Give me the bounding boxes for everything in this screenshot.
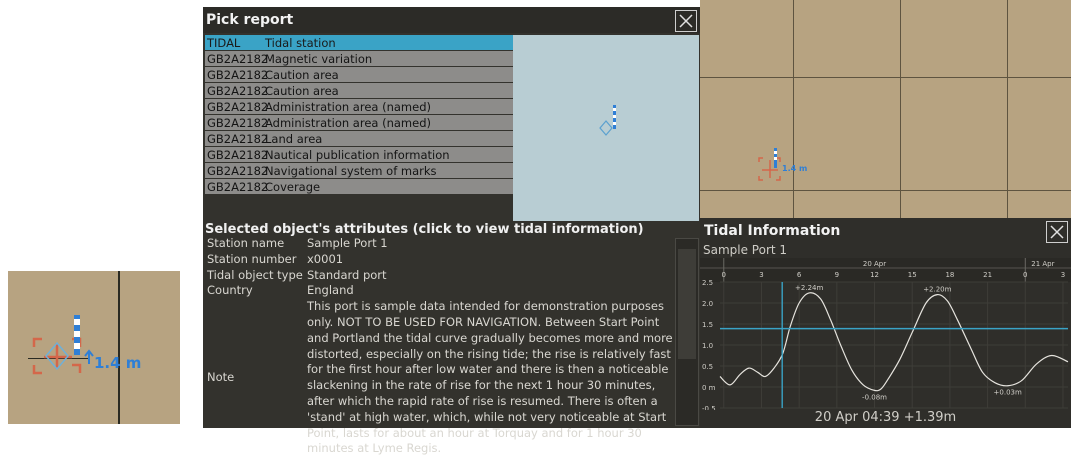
y-tick-label: 2.5 [702, 279, 713, 287]
attribute-key: Note [207, 370, 235, 385]
x-tick-label: 0 [1023, 271, 1027, 279]
close-tidal-button[interactable] [1046, 221, 1068, 243]
attribute-row: Station name Sample Port 1 [207, 236, 675, 252]
object-code: GB2A2182 [207, 67, 269, 82]
attribute-row: Country England [207, 283, 675, 299]
extreme-label: +2.24m [795, 284, 823, 292]
pick-list-item[interactable]: GB2A2182 Administration area (named) [205, 99, 513, 114]
y-tick-label: 1.0 [702, 342, 713, 350]
x-tick-label: 6 [797, 271, 802, 279]
close-icon [679, 14, 693, 28]
tide-curve-line [719, 292, 1069, 392]
object-name: Caution area [265, 67, 339, 82]
tide-station-symbol-icon [32, 315, 94, 375]
pick-report-title: Pick report [206, 12, 294, 28]
extreme-label: +2.20m [923, 286, 951, 294]
pick-list-item[interactable]: GB2A2182 Navigational system of marks [205, 163, 513, 178]
attribute-row: Station number x0001 [207, 252, 675, 268]
object-name: Nautical publication information [265, 147, 450, 162]
pick-list-item[interactable]: GB2A2182 Coverage [205, 179, 513, 194]
attributes-scrollbar[interactable] [675, 238, 699, 426]
pick-list-item[interactable]: GB2A2182 Magnetic variation [205, 51, 513, 66]
chart-date-label: 21 Apr [1031, 260, 1054, 268]
object-code: GB2A2182 [207, 99, 269, 114]
pick-list-item[interactable]: GB2A2182 Nautical publication information [205, 147, 513, 162]
y-tick-label: 0 m [702, 384, 716, 392]
attribute-key: Tidal object type [207, 267, 303, 282]
object-name: Administration area (named) [265, 99, 431, 114]
pick-list-item[interactable]: GB2A2182 Caution area [205, 83, 513, 98]
depth-label: 1.4 m [94, 354, 142, 372]
object-name: Caution area [265, 83, 339, 98]
attribute-value: Sample Port 1 [307, 236, 388, 250]
zoomed-map-inset: 1.4 m [8, 271, 180, 424]
close-icon [1050, 225, 1064, 239]
object-code: TIDAL [207, 35, 241, 50]
grid-line [900, 0, 901, 218]
pick-report-titlebar: Pick report [203, 7, 700, 33]
attribute-value: England [307, 283, 354, 298]
object-preview [513, 35, 699, 221]
attribute-key: Station number [207, 251, 297, 266]
extreme-label: +0.03m [994, 389, 1022, 397]
attribute-row: Tidal object type Standard port [207, 268, 675, 284]
tide-chart[interactable]: 20 Apr 21 Apr 0 3 6 9 12 15 18 21 0 3 2.5 2.0 1.5 1.0 0.… [700, 258, 1071, 410]
x-tick-label: 3 [1061, 271, 1065, 279]
chart-date-label: 20 Apr [863, 260, 886, 268]
x-tick-label: 18 [945, 271, 954, 279]
pick-list-item[interactable]: GB2A2182 Administration area (named) [205, 115, 513, 130]
tide-station-symbol-icon [758, 148, 781, 181]
pick-list-item[interactable]: GB2A2182 Land area [205, 131, 513, 146]
attribute-row: Note This port is sample data intended fo… [207, 299, 675, 457]
grid-line [1007, 0, 1008, 218]
tide-station-symbol-icon [599, 105, 616, 136]
x-tick-label: 15 [908, 271, 917, 279]
x-tick-label: 0 [722, 271, 726, 279]
object-code: GB2A2182 [207, 51, 269, 66]
tide-readout: 20 Apr 04:39 +1.39m [814, 410, 957, 425]
object-code: GB2A2182 [207, 83, 269, 98]
x-tick-label: 9 [835, 271, 839, 279]
chart-map-view[interactable]: 1.4 m [700, 0, 1071, 218]
object-code: GB2A2182 [207, 147, 269, 162]
tidal-titlebar: Tidal Information [700, 218, 1071, 244]
x-tick-label: 21 [983, 271, 992, 279]
attribute-value: x0001 [307, 251, 344, 266]
pick-report-panel: Pick report TIDAL Tidal station GB2A2182 Ma… [203, 7, 700, 455]
scrollbar-thumb[interactable] [678, 249, 696, 359]
attribute-key: Station name [207, 236, 285, 250]
object-code: GB2A2182 [207, 115, 269, 130]
attribute-key: Country [207, 283, 253, 298]
attributes-title-link[interactable]: Selected object's attributes (click to v… [205, 222, 644, 237]
grid-line [700, 77, 1071, 78]
object-name: Tidal station [265, 35, 336, 50]
y-tick-label: 0.5 [702, 363, 713, 371]
object-name: Land area [265, 131, 323, 146]
object-code: GB2A2182 [207, 179, 269, 194]
close-pick-report-button[interactable] [675, 10, 697, 32]
x-tick-label: 3 [759, 271, 763, 279]
pick-list-item[interactable]: GB2A2182 Caution area [205, 67, 513, 82]
x-tick-label: 12 [870, 271, 879, 279]
object-name: Magnetic variation [265, 51, 373, 66]
tidal-information-panel: Tidal Information Sample Port 1 20 Apr 21… [700, 218, 1071, 428]
y-tick-label: 1.5 [702, 321, 713, 329]
attribute-value: Standard port [307, 267, 387, 282]
attribute-value: This port is sample data intended for de… [307, 299, 673, 456]
object-list: TIDAL Tidal station GB2A2182 Magnetic varia… [205, 35, 513, 199]
depth-label: 1.4 m [782, 164, 808, 173]
object-name: Navigational system of marks [265, 163, 437, 178]
y-tick-label: 2.0 [702, 300, 713, 308]
object-code: GB2A2182 [207, 163, 269, 178]
pick-list-item[interactable]: TIDAL Tidal station [205, 35, 513, 50]
object-name: Administration area (named) [265, 115, 431, 130]
object-code: GB2A2182 [207, 131, 269, 146]
extreme-label: -0.08m [862, 393, 887, 401]
attributes-table: Station name Sample Port 1 Station number x… [207, 236, 675, 457]
tidal-station-name: Sample Port 1 [703, 243, 788, 257]
tidal-title: Tidal Information [704, 223, 841, 239]
object-name: Coverage [265, 179, 321, 194]
